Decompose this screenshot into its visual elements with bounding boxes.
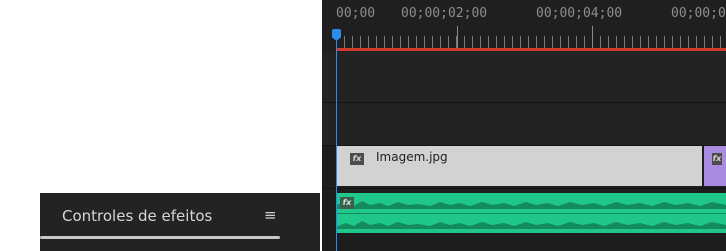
- major-tick: [592, 26, 593, 48]
- clip-name: Imagem.jpg: [376, 150, 448, 164]
- video-track-3: [322, 52, 726, 102]
- timecode-1: 00;00;02;00: [401, 6, 488, 21]
- tab-effect-controls[interactable]: Controles de efeitos: [62, 207, 212, 225]
- video-track-2: [322, 103, 726, 145]
- timecode-2: 00;00;04;00: [536, 6, 623, 21]
- audio-waveform: [336, 201, 726, 229]
- time-ruler[interactable]: 00;00 00;00;02;00 00;00;04;00 00;00;06: [322, 0, 726, 52]
- fx-badge-icon: fx: [712, 153, 722, 165]
- track-divider: [322, 188, 726, 189]
- work-area-bar[interactable]: [336, 48, 726, 51]
- hamburger-menu-icon[interactable]: ≡: [264, 206, 277, 224]
- timeline-panel: 00;00 00;00;02;00 00;00;04;00 00;00;06 f…: [322, 0, 726, 251]
- ruler-ticks: [336, 36, 726, 48]
- fx-badge-icon: fx: [350, 153, 364, 165]
- effect-controls-panel: Controles de efeitos ≡: [40, 193, 320, 251]
- timecode-3: 00;00;06: [671, 6, 726, 21]
- timecode-0: 00;00: [336, 6, 376, 21]
- video-clip-next[interactable]: fx: [704, 146, 726, 186]
- audio-clip[interactable]: fx: [336, 193, 726, 233]
- video-clip[interactable]: fx Imagem.jpg: [336, 146, 702, 186]
- fx-badge-icon: fx: [340, 197, 354, 209]
- active-tab-indicator: [40, 236, 280, 239]
- major-tick: [457, 26, 458, 48]
- playhead-line: [336, 40, 337, 251]
